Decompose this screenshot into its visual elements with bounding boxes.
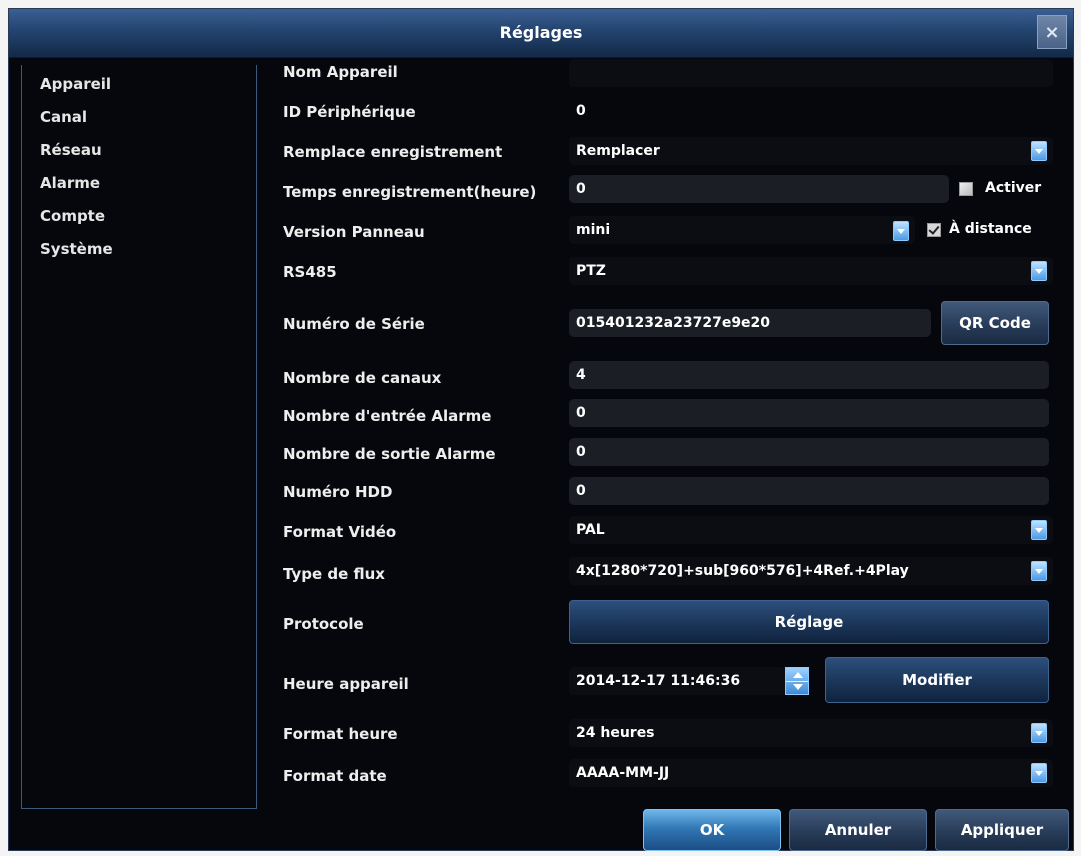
remote-checkbox[interactable] (927, 223, 941, 237)
qr-code-button[interactable]: QR Code (941, 301, 1049, 345)
time-spinner[interactable] (785, 667, 809, 695)
enable-checkbox[interactable] (959, 182, 973, 196)
enable-label: Activer (985, 180, 1042, 196)
overwrite-select[interactable]: Remplacer (569, 137, 1053, 165)
sidebar-item-systeme[interactable]: Système (40, 240, 113, 258)
serial-label: Numéro de Série (283, 315, 425, 333)
settings-dialog: Réglages × Appareil Canal Réseau Alarme … (8, 8, 1074, 851)
spinner-divider (786, 681, 808, 682)
apply-button[interactable]: Appliquer (935, 809, 1069, 851)
close-icon: × (1044, 21, 1060, 43)
sidebar-item-reseau[interactable]: Réseau (40, 141, 102, 159)
date-format-label: Format date (283, 767, 387, 785)
modify-time-button[interactable]: Modifier (825, 657, 1049, 703)
time-format-select[interactable]: 24 heures (569, 719, 1053, 747)
chevron-down-icon[interactable] (1031, 141, 1047, 161)
chevron-down-icon[interactable] (1031, 723, 1047, 743)
device-name-input[interactable] (569, 59, 1053, 87)
ok-button[interactable]: OK (643, 809, 781, 851)
chevron-down-icon[interactable] (893, 221, 909, 241)
chevron-down-icon[interactable] (1031, 561, 1047, 581)
hdd-input[interactable]: 0 (569, 477, 1049, 505)
overwrite-label: Remplace enregistrement (283, 143, 503, 161)
channels-label: Nombre de canaux (283, 369, 442, 387)
rs485-select[interactable]: PTZ (569, 257, 1053, 285)
chevron-down-icon[interactable] (1031, 763, 1047, 783)
date-format-select[interactable]: AAAA-MM-JJ (569, 759, 1053, 787)
alarm-in-label: Nombre d'entrée Alarme (283, 407, 492, 425)
device-id-label: ID Périphérique (283, 103, 416, 121)
sidebar-item-canal[interactable]: Canal (40, 108, 87, 126)
title-bar[interactable]: Réglages × (9, 9, 1073, 58)
settings-sidebar: Appareil Canal Réseau Alarme Compte Syst… (21, 65, 257, 809)
protocol-setup-button[interactable]: Réglage (569, 600, 1049, 644)
chevron-down-icon[interactable] (1031, 261, 1047, 281)
record-time-label: Temps enregistrement(heure) (283, 183, 537, 201)
device-name-label: Nom Appareil (283, 63, 398, 81)
close-button[interactable]: × (1037, 15, 1067, 49)
arrow-down-icon[interactable] (793, 684, 803, 690)
sidebar-item-compte[interactable]: Compte (40, 207, 105, 225)
remote-label: À distance (949, 221, 1032, 237)
rs485-label: RS485 (283, 263, 337, 281)
time-format-label: Format heure (283, 725, 398, 743)
stream-type-label: Type de flux (283, 565, 385, 583)
alarm-out-label: Nombre de sortie Alarme (283, 445, 496, 463)
protocol-label: Protocole (283, 615, 364, 633)
device-id-value: 0 (576, 103, 586, 119)
stream-type-select[interactable]: 4x[1280*720]+sub[960*576]+4Ref.+4Play (569, 557, 1053, 585)
video-format-select[interactable]: PAL (569, 516, 1053, 544)
dialog-title: Réglages (499, 23, 583, 42)
sidebar-item-alarme[interactable]: Alarme (40, 174, 100, 192)
panel-version-select[interactable]: mini (569, 216, 915, 244)
alarm-out-input[interactable]: 0 (569, 438, 1049, 466)
channels-input[interactable]: 4 (569, 361, 1049, 389)
arrow-up-icon[interactable] (793, 672, 803, 678)
panel-version-label: Version Panneau (283, 223, 425, 241)
chevron-down-icon[interactable] (1031, 520, 1047, 540)
video-format-label: Format Vidéo (283, 523, 397, 541)
record-time-input[interactable]: 0 (569, 175, 949, 203)
device-time-label: Heure appareil (283, 675, 409, 693)
serial-input[interactable]: 015401232a23727e9e20 (569, 309, 931, 337)
device-time-input[interactable]: 2014-12-17 11:46:36 (569, 667, 787, 695)
alarm-in-input[interactable]: 0 (569, 399, 1049, 427)
hdd-label: Numéro HDD (283, 483, 393, 501)
sidebar-item-appareil[interactable]: Appareil (40, 75, 111, 93)
cancel-button[interactable]: Annuler (789, 809, 927, 851)
